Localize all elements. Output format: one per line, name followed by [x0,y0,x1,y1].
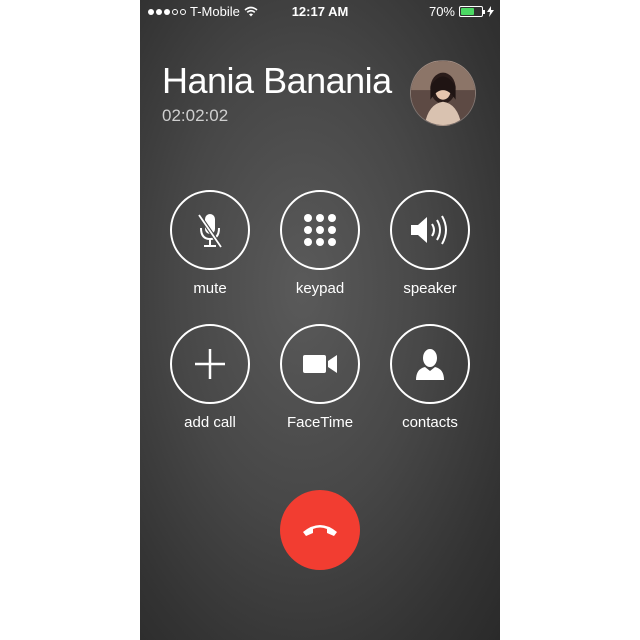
keypad-circle[interactable] [280,190,360,270]
add-call-circle[interactable] [170,324,250,404]
add-call-label: add call [184,414,236,431]
facetime-label: FaceTime [286,414,354,431]
avatar-photo [411,61,475,125]
plus-icon [195,349,225,379]
add-call-button[interactable]: add call [155,324,265,431]
person-icon [416,349,444,380]
contacts-circle[interactable] [390,324,470,404]
speaker-icon [411,215,447,245]
battery-percent: 70% [428,4,455,19]
contacts-label: contacts [402,414,458,431]
speaker-circle[interactable] [390,190,470,270]
call-screen: T-Mobile 12:17 AM 70% Hania Banania 02:0… [140,0,500,640]
mute-circle[interactable] [170,190,250,270]
battery-icon [459,6,485,17]
video-camera-icon [303,355,337,373]
keypad-label: keypad [295,280,345,297]
keypad-button[interactable]: keypad [265,190,375,297]
call-duration: 02:02:02 [162,106,229,125]
status-bar: T-Mobile 12:17 AM 70% [140,0,500,24]
keypad-grid-icon [304,214,336,246]
hang-up-phone-icon [303,525,337,536]
caller-name: Hania Banania [162,60,392,101]
speaker-button[interactable]: speaker [375,190,485,297]
battery-level [461,8,475,15]
facetime-button[interactable]: FaceTime [265,324,375,431]
speaker-label: speaker [403,280,457,297]
mute-button[interactable]: mute [155,190,265,297]
muted-microphone-icon [197,213,223,249]
end-call-button[interactable] [280,490,360,570]
status-right: 70% [429,4,494,19]
mute-label: mute [193,280,227,297]
caller-avatar [410,60,476,126]
facetime-circle[interactable] [280,324,360,404]
charging-bolt-icon [487,6,494,17]
contacts-button[interactable]: contacts [375,324,485,431]
